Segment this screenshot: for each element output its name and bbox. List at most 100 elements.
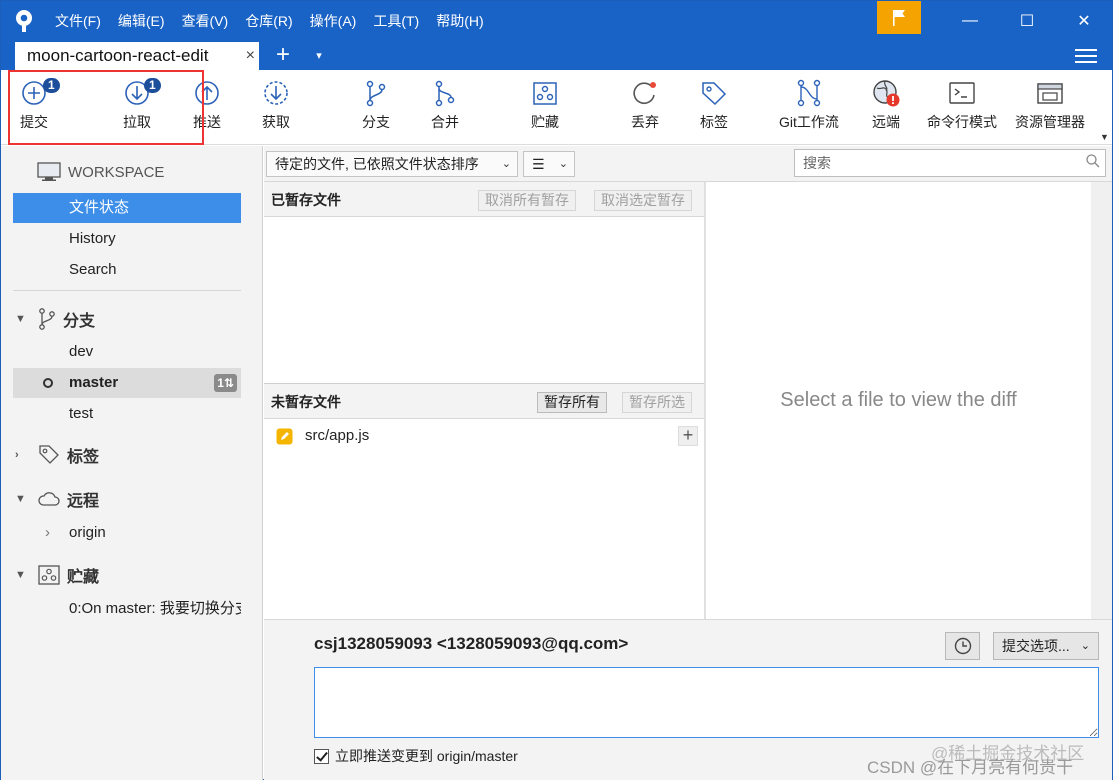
repo-tab[interactable]: moon-cartoon-react-edit × — [15, 42, 259, 70]
merge-label: 合并 — [431, 114, 459, 130]
hamburger-menu-icon[interactable] — [1075, 45, 1097, 65]
explorer-label: 资源管理器 — [1015, 114, 1085, 130]
cloud-icon — [38, 492, 60, 506]
maximize-button[interactable]: ☐ — [998, 1, 1056, 41]
stage-selected-button[interactable]: 暂存所选 — [622, 392, 692, 413]
fetch-icon — [264, 81, 288, 105]
flag-button[interactable] — [877, 1, 921, 34]
tags-label: 标签 — [67, 449, 100, 466]
branches-label: 分支 — [63, 313, 96, 330]
stashes-header[interactable]: ▼ 贮藏 — [15, 561, 99, 589]
file-row[interactable]: src/app.js + — [264, 422, 704, 450]
menu-file[interactable]: 文件(F) — [55, 11, 101, 31]
diff-pane: Select a file to view the diff — [706, 182, 1091, 619]
current-branch-icon — [43, 378, 53, 388]
merge-button[interactable]: 合并 — [430, 78, 460, 132]
minimize-button[interactable]: — — [941, 1, 999, 41]
branch-item-master[interactable]: master 1⇅ — [13, 368, 241, 398]
tab-bar: moon-cartoon-react-edit × + ▾ — [1, 41, 1112, 70]
branch-label: 分支 — [362, 114, 390, 130]
remote-origin-label: origin — [69, 524, 106, 541]
tag-icon — [702, 82, 727, 106]
tags-header[interactable]: › 标签 — [15, 441, 99, 469]
git-flow-button[interactable]: Git工作流 — [779, 78, 839, 132]
stash-item[interactable]: 0:On master: 我要切换分支 — [13, 594, 241, 624]
unstaged-files-title: 未暂存文件 — [271, 394, 341, 410]
diff-scrollbar[interactable] — [1091, 182, 1112, 619]
chevron-down-icon: ⌄ — [1080, 640, 1090, 652]
unstage-all-button[interactable]: 取消所有暂存 — [478, 190, 576, 211]
stash-icon — [38, 565, 60, 585]
fetch-label: 获取 — [262, 114, 290, 130]
staged-files-header: 已暂存文件 取消所有暂存 取消选定暂存 — [264, 182, 704, 217]
commit-options-button[interactable]: 提交选项... ⌄ — [993, 632, 1099, 660]
sidebar-item-search[interactable]: Search — [13, 255, 241, 285]
fetch-button[interactable]: 获取 — [261, 78, 291, 132]
search-icon — [1086, 154, 1100, 168]
repo-tab-title: moon-cartoon-react-edit — [27, 46, 209, 65]
terminal-button[interactable]: 命令行模式 — [927, 78, 997, 132]
staged-files-list — [264, 217, 704, 383]
sidebar-item-history[interactable]: History — [13, 224, 241, 254]
highlight-annotation — [8, 70, 204, 145]
ahead-behind-badge: 1⇅ — [214, 374, 237, 392]
new-tab-button[interactable]: + — [271, 41, 295, 70]
menu-help[interactable]: 帮助(H) — [436, 11, 483, 31]
menu-actions[interactable]: 操作(A) — [310, 11, 357, 31]
file-name: src/app.js — [305, 427, 370, 444]
globe-icon — [873, 80, 900, 107]
chevron-right-icon: › — [15, 449, 19, 461]
branch-master-label: master — [69, 374, 119, 391]
push-immediately-checkbox[interactable]: 立即推送变更到 origin/master — [314, 746, 518, 766]
chevron-down-icon: ⌄ — [558, 158, 568, 170]
push-immediately-label: 立即推送变更到 origin/master — [335, 748, 518, 764]
unstage-selected-button[interactable]: 取消选定暂存 — [594, 190, 692, 211]
stashes-label: 贮藏 — [67, 569, 100, 586]
tab-dropdown-button[interactable]: ▾ — [311, 41, 327, 70]
stash-button[interactable]: 贮藏 — [530, 78, 560, 132]
discard-button[interactable]: 丢弃 — [630, 78, 660, 132]
menu-repository[interactable]: 仓库(R) — [245, 11, 292, 31]
history-button[interactable] — [945, 632, 980, 660]
sort-select[interactable]: 待定的文件, 已依照文件状态排序 ⌄ — [266, 151, 518, 177]
toolbar-overflow-icon[interactable]: ▼ — [1100, 132, 1109, 142]
checkbox-checked-icon[interactable] — [314, 748, 329, 764]
chevron-right-icon: › — [45, 524, 50, 541]
search-input[interactable] — [794, 149, 1106, 177]
stash-icon — [533, 82, 557, 105]
git-flow-icon — [797, 79, 821, 107]
monitor-icon — [37, 162, 61, 181]
chevron-down-icon: ⌄ — [501, 158, 511, 170]
menu-view[interactable]: 查看(V) — [182, 11, 229, 31]
close-window-button[interactable]: ✕ — [1055, 1, 1113, 41]
view-mode-select[interactable]: ☰ ⌄ — [523, 151, 575, 177]
app-window: 文件(F) 编辑(E) 查看(V) 仓库(R) 操作(A) 工具(T) 帮助(H… — [0, 0, 1113, 780]
branch-item-test[interactable]: test — [13, 399, 241, 429]
menu-edit[interactable]: 编辑(E) — [118, 11, 165, 31]
menu-tools[interactable]: 工具(T) — [373, 11, 419, 31]
stage-all-button[interactable]: 暂存所有 — [537, 392, 607, 413]
remote-button[interactable]: 远端 — [871, 78, 901, 132]
explorer-button[interactable]: 资源管理器 — [1015, 78, 1085, 132]
close-tab-icon[interactable]: × — [246, 42, 255, 69]
sourcetree-logo-icon — [16, 10, 32, 32]
sidebar: WORKSPACE 文件状态 History Search ▼ 分支 dev m… — [1, 146, 263, 780]
flag-icon — [893, 9, 905, 26]
branches-header[interactable]: ▼ 分支 — [15, 305, 95, 333]
modified-file-icon — [276, 428, 293, 445]
tag-button[interactable]: 标签 — [699, 78, 729, 132]
remotes-header[interactable]: ▼ 远程 — [15, 485, 99, 513]
unstaged-files-header: 未暂存文件 暂存所有 暂存所选 — [264, 384, 704, 419]
branch-item-dev[interactable]: dev — [13, 337, 241, 367]
commit-message-input[interactable] — [314, 667, 1099, 738]
remote-item-origin[interactable]: › origin — [13, 518, 241, 548]
sidebar-item-file-status[interactable]: 文件状态 — [13, 193, 241, 223]
staged-files-title: 已暂存文件 — [271, 192, 341, 208]
tag-label: 标签 — [700, 114, 728, 130]
title-bar: 文件(F) 编辑(E) 查看(V) 仓库(R) 操作(A) 工具(T) 帮助(H… — [1, 1, 1112, 41]
git-flow-label: Git工作流 — [779, 114, 839, 130]
branch-button[interactable]: 分支 — [361, 78, 391, 132]
diff-placeholder: Select a file to view the diff — [780, 389, 1017, 411]
commit-author: csj1328059093 <1328059093@qq.com> — [314, 634, 629, 653]
stage-file-button[interactable]: + — [678, 426, 698, 446]
